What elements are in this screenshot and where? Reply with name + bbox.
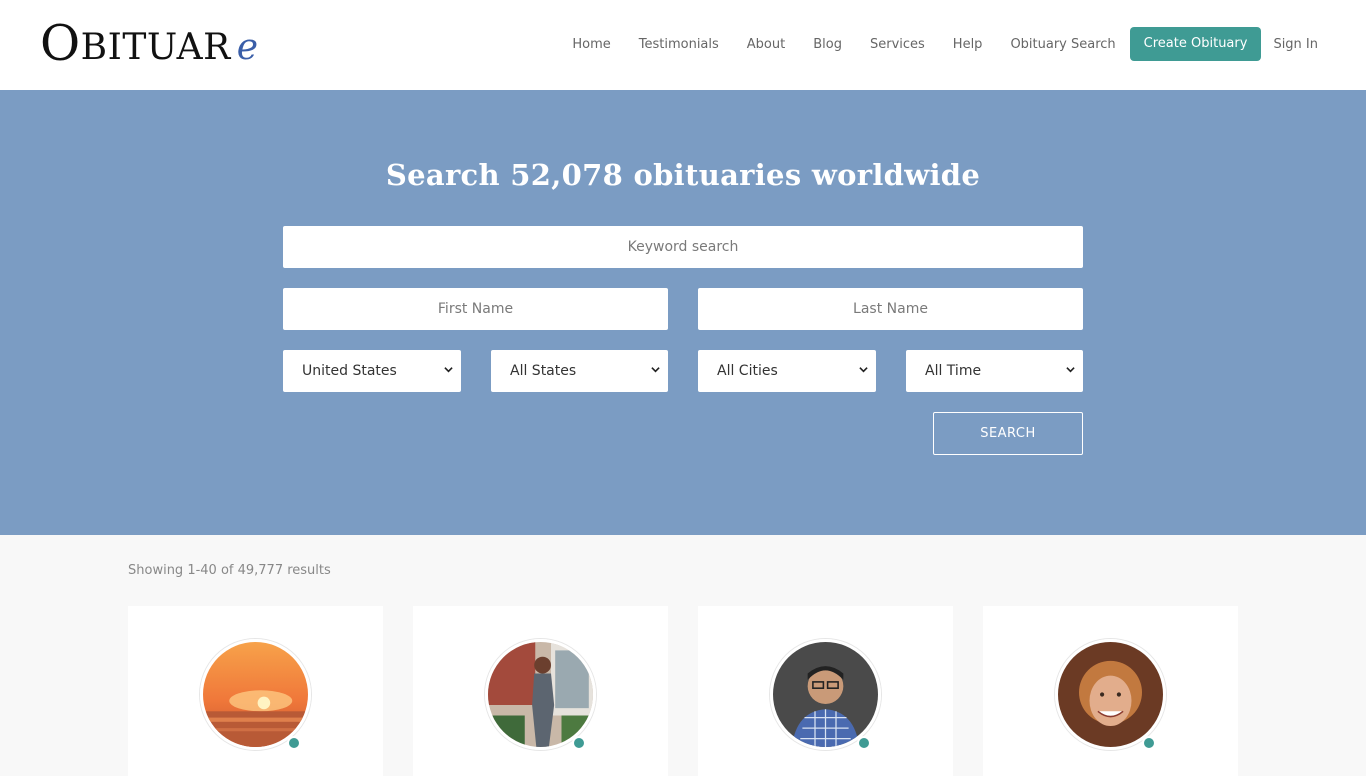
status-dot [1142,736,1156,750]
hero-title: Search 52,078 obituaries worldwide [385,158,981,192]
obituary-card[interactable] [983,606,1238,776]
obituary-card[interactable] [128,606,383,776]
avatar [200,639,311,750]
nav-testimonials[interactable]: Testimonials [639,37,719,52]
search-button[interactable]: SEARCH [933,412,1083,455]
site-header: O BITUAR e Home Testimonials About Blog … [0,0,1366,90]
city-select[interactable]: All Cities [698,350,876,392]
search-hero: Search 52,078 obituaries worldwide Unite… [0,90,1366,535]
chevron-down-icon [651,367,660,373]
nav-services[interactable]: Services [870,37,925,52]
person-photo [773,642,878,747]
nav-home[interactable]: Home [572,37,610,52]
person-photo [488,642,593,747]
chevron-down-icon [444,367,453,373]
avatar [485,639,596,750]
country-select-value: United States [302,363,397,379]
city-select-value: All Cities [717,363,778,379]
time-select[interactable]: All Time [906,350,1083,392]
site-logo[interactable]: O BITUAR e [40,18,259,68]
state-select[interactable]: All States [491,350,668,392]
country-select[interactable]: United States [283,350,461,392]
main-nav: Home Testimonials About Blog Services He… [572,27,1318,61]
nav-blog[interactable]: Blog [813,37,842,52]
sign-in-link[interactable]: Sign In [1273,37,1318,52]
first-name-input[interactable] [283,288,668,330]
nav-help[interactable]: Help [953,37,983,52]
logo-e: e [236,27,259,68]
obituary-card[interactable] [413,606,668,776]
results-count: Showing 1-40 of 49,777 results [128,563,331,578]
status-dot [572,736,586,750]
keyword-search-input[interactable] [283,226,1083,268]
obituary-card[interactable] [698,606,953,776]
person-photo [1058,642,1163,747]
nav-obituary-search[interactable]: Obituary Search [1010,37,1115,52]
avatar [770,639,881,750]
state-select-value: All States [510,363,577,379]
chevron-down-icon [859,367,868,373]
logo-initial: O [40,15,81,72]
status-dot [287,736,301,750]
sunset-photo [203,642,308,747]
last-name-input[interactable] [698,288,1083,330]
avatar [1055,639,1166,750]
nav-about[interactable]: About [747,37,785,52]
status-dot [857,736,871,750]
time-select-value: All Time [925,363,982,379]
create-obituary-button[interactable]: Create Obituary [1129,27,1262,61]
logo-text: BITUAR [80,27,231,68]
chevron-down-icon [1066,367,1075,373]
